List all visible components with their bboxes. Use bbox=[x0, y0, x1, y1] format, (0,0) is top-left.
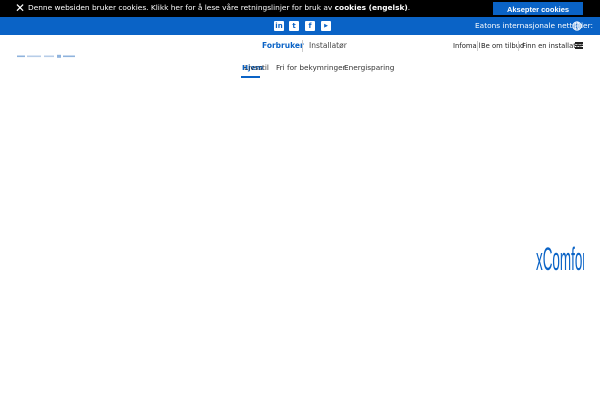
nav-item-energy-saving[interactable]: Energisparing bbox=[344, 63, 394, 72]
utility-divider bbox=[477, 41, 478, 51]
find-installer-link[interactable]: Finn en installatør bbox=[522, 42, 583, 50]
xcomfort-logo: xComfort bbox=[536, 243, 584, 276]
social-bar: in t f ▶ Eatons internasjonale nettsider… bbox=[0, 17, 600, 35]
close-icon[interactable]: ✕ bbox=[14, 2, 26, 14]
eaton-logo[interactable] bbox=[17, 54, 75, 59]
cookie-message-text: Denne websiden bruker cookies. Klikk her… bbox=[28, 3, 335, 12]
menu-icon[interactable] bbox=[575, 42, 583, 49]
audience-divider bbox=[302, 40, 303, 52]
utility-divider bbox=[518, 41, 519, 51]
cookie-bar: ✕ Denne websiden bruker cookies. Klikk h… bbox=[0, 0, 600, 17]
nav-item-lifestyle[interactable]: Livsstil bbox=[244, 63, 269, 72]
nav-item-worry-free[interactable]: Fri for bekymringer bbox=[276, 63, 346, 72]
twitter-icon[interactable]: t bbox=[289, 21, 299, 31]
cookie-policy-link[interactable]: cookies (engelsk) bbox=[335, 3, 408, 12]
youtube-icon[interactable]: ▶ bbox=[321, 21, 331, 31]
cookie-message: Denne websiden bruker cookies. Klikk her… bbox=[28, 3, 410, 12]
installer-tab[interactable]: Installatør bbox=[309, 41, 347, 50]
xcomfort-wordmark: xComfort bbox=[536, 243, 584, 276]
globe-icon[interactable] bbox=[572, 21, 582, 31]
facebook-icon[interactable]: f bbox=[305, 21, 315, 31]
nav-active-indicator bbox=[241, 76, 260, 78]
consumer-tab[interactable]: Forbruker bbox=[262, 41, 304, 50]
cookie-message-end: . bbox=[407, 3, 411, 12]
accept-cookies-button[interactable]: Aksepter cookies bbox=[493, 2, 583, 15]
linkedin-icon[interactable]: in bbox=[274, 21, 284, 31]
